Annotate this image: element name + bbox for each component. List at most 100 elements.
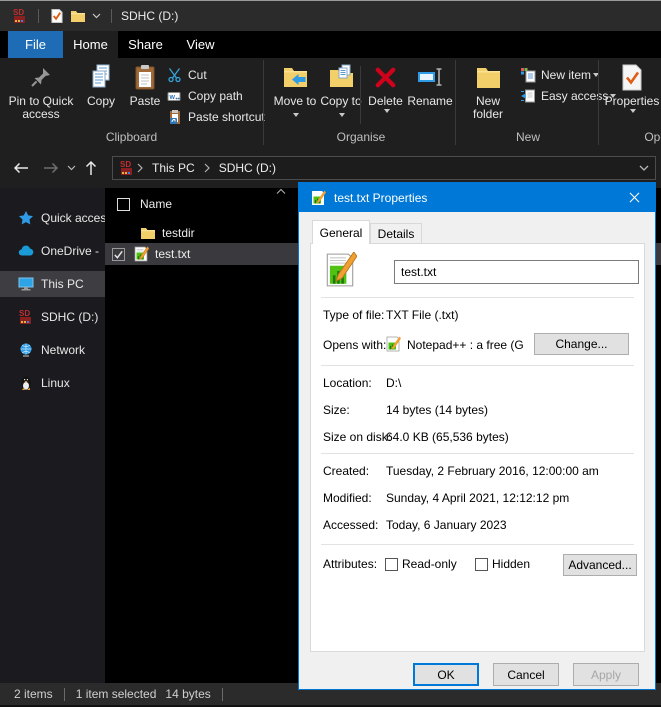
network-globe-icon xyxy=(18,342,34,358)
button-label: Copy to xyxy=(318,95,364,121)
selection-count: 1 item selected xyxy=(76,687,157,701)
sidebar-item-this-pc[interactable]: This PC xyxy=(0,271,105,297)
paste-shortcut-icon xyxy=(167,109,183,125)
filename-input[interactable] xyxy=(394,260,639,284)
cut-button[interactable]: Cut xyxy=(167,65,207,84)
breadcrumb-drive[interactable]: SDHC (D:) xyxy=(212,161,283,175)
row-checkbox-checked[interactable] xyxy=(112,248,125,261)
cancel-button[interactable]: Cancel xyxy=(493,663,559,686)
folder-icon xyxy=(140,225,156,241)
sidebar-item-label: OneDrive - xyxy=(41,244,99,258)
paste-shortcut-button[interactable]: Paste shortcut xyxy=(167,107,265,126)
rename-button[interactable]: Rename xyxy=(406,61,454,129)
new-item-button[interactable]: New item xyxy=(520,65,599,84)
file-name: testdir xyxy=(162,226,195,240)
rename-icon xyxy=(417,61,444,93)
recent-locations-button[interactable] xyxy=(63,157,79,179)
notepad-plus-plus-file-icon xyxy=(310,190,326,206)
apply-button[interactable]: Apply xyxy=(573,663,639,686)
field-value: Sunday, 4 April 2021, 12:12:12 pm xyxy=(386,491,569,505)
group-label-clipboard: Clipboard xyxy=(0,130,263,144)
readonly-checkbox[interactable] xyxy=(385,558,398,571)
tab-home[interactable]: Home xyxy=(63,31,118,58)
sidebar-item-label: This PC xyxy=(41,277,84,291)
select-all-checkbox[interactable] xyxy=(117,198,130,211)
address-dropdown-button[interactable] xyxy=(639,165,649,172)
sidebar-item-label: Network xyxy=(41,343,85,357)
paste-icon xyxy=(133,61,157,93)
advanced-button[interactable]: Advanced... xyxy=(563,554,637,576)
copy-button[interactable]: Copy xyxy=(79,61,123,129)
sidebar-item-label: Linux xyxy=(41,376,70,390)
penguin-icon xyxy=(18,375,34,391)
column-header-name[interactable]: Name xyxy=(105,192,172,216)
tab-details[interactable]: Details xyxy=(370,223,422,244)
new-item-icon xyxy=(520,67,536,83)
breadcrumb-this-pc[interactable]: This PC xyxy=(145,161,202,175)
pin-to-quick-access-button[interactable]: Pin to Quick access xyxy=(5,61,77,129)
move-to-icon xyxy=(282,61,309,93)
cloud-icon xyxy=(18,243,34,259)
button-label: Cut xyxy=(188,68,207,82)
sort-ascending-icon[interactable] xyxy=(276,189,286,194)
back-button[interactable] xyxy=(10,157,32,179)
tab-view[interactable]: View xyxy=(173,31,228,58)
close-icon[interactable] xyxy=(619,187,649,208)
pin-icon xyxy=(29,61,53,93)
copy-path-button[interactable]: w Copy path xyxy=(167,86,243,105)
sidebar-item-sdhc-drive[interactable]: SD SDHC (D:) xyxy=(0,304,105,330)
notepad-plus-plus-file-icon xyxy=(385,336,401,352)
field-value: Today, 6 January 2023 xyxy=(386,518,507,532)
checkbox-label: Read-only xyxy=(402,557,457,571)
star-icon xyxy=(18,210,34,226)
delete-icon xyxy=(373,61,398,93)
easy-access-icon xyxy=(520,88,536,104)
copy-to-button[interactable]: Copy to xyxy=(318,61,364,129)
qat-properties-button[interactable] xyxy=(49,8,64,24)
up-button[interactable] xyxy=(80,157,102,179)
properties-check-icon xyxy=(621,61,643,93)
button-label: New item xyxy=(541,68,599,82)
ok-button[interactable]: OK xyxy=(413,663,479,686)
group-label-open: Open xyxy=(601,130,661,144)
tab-general[interactable]: General xyxy=(312,220,370,244)
address-field[interactable]: SD This PC SDHC (D:) xyxy=(112,156,656,180)
qat-new-folder-button[interactable] xyxy=(70,8,86,24)
sidebar-item-onedrive[interactable]: OneDrive - xyxy=(0,238,105,264)
selection-size: 14 bytes xyxy=(165,687,210,701)
qat-customize-button[interactable] xyxy=(92,13,101,19)
sidebar-item-network[interactable]: Network xyxy=(0,337,105,363)
status-divider xyxy=(64,688,65,701)
copy-icon xyxy=(89,61,113,93)
new-folder-button[interactable]: New folder xyxy=(462,61,514,129)
delete-button[interactable]: Delete xyxy=(363,61,408,129)
breadcrumb-chevron-icon xyxy=(204,163,210,173)
properties-button[interactable]: Properties xyxy=(601,61,661,129)
general-tab-page: Type of file: TXT File (.txt) Opens with… xyxy=(310,243,645,652)
cut-scissors-icon xyxy=(167,67,183,83)
button-label: Delete xyxy=(368,95,403,108)
tab-file[interactable]: File xyxy=(8,31,63,58)
paste-button[interactable]: Paste xyxy=(123,61,167,129)
change-button[interactable]: Change... xyxy=(534,333,629,355)
hidden-checkbox[interactable] xyxy=(475,558,488,571)
items-count: 2 items xyxy=(14,687,53,701)
separator xyxy=(321,544,634,545)
dialog-title-bar: test.txt Properties xyxy=(299,183,655,212)
tab-share[interactable]: Share xyxy=(118,31,173,58)
sidebar-item-linux[interactable]: Linux xyxy=(0,370,105,396)
field-value: Tuesday, 2 February 2016, 12:00:00 am xyxy=(386,464,599,478)
breadcrumb-chevron-icon xyxy=(137,163,143,173)
button-label: Pin to Quick access xyxy=(5,95,77,121)
forward-button[interactable] xyxy=(40,157,62,179)
button-label: Copy xyxy=(87,95,115,108)
notepad-plus-plus-file-icon xyxy=(323,252,357,288)
svg-text:w: w xyxy=(169,94,176,101)
sidebar-item-quick-access[interactable]: Quick access xyxy=(0,205,105,231)
ribbon-divider xyxy=(263,60,264,145)
monitor-icon xyxy=(18,276,34,292)
move-to-button[interactable]: Move to xyxy=(272,61,318,129)
explorer-window: SD SDHC (D:) File Home Share View xyxy=(0,0,661,707)
button-label: Rename xyxy=(407,95,452,108)
ribbon-divider xyxy=(455,60,456,145)
